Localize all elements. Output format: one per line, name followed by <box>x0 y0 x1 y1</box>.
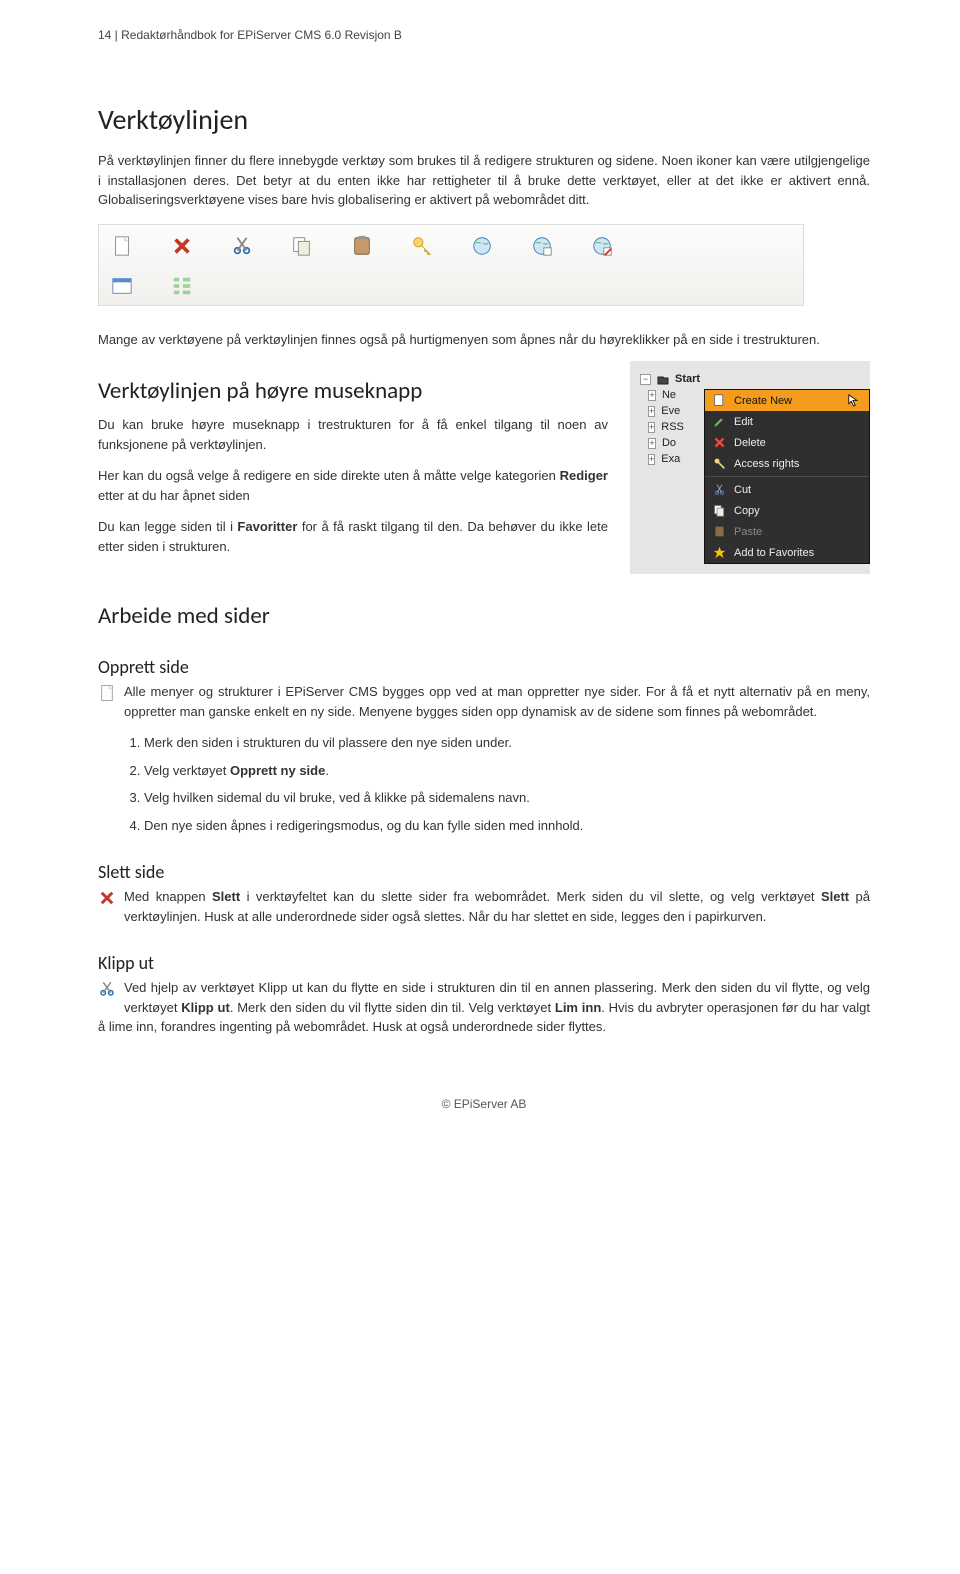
h3-cut: Klipp ut <box>98 952 870 974</box>
step-2: Velg verktøyet Opprett ny side. <box>144 761 870 781</box>
globe3-icon <box>591 235 613 257</box>
paste-icon <box>351 235 373 257</box>
p-rc-3: Du kan legge siden til i Favoritter for … <box>98 517 608 556</box>
copy-icon <box>291 235 313 257</box>
h2-work-pages: Arbeide med sider <box>98 602 870 630</box>
step-4: Den nye siden åpnes i redigeringsmodus, … <box>144 816 870 836</box>
new-page-icon <box>98 684 116 702</box>
globe2-icon <box>531 235 553 257</box>
globe1-icon <box>471 235 493 257</box>
tree-item: RSS <box>661 421 684 433</box>
h3-delete: Slett side <box>98 861 870 883</box>
permissions-icon <box>411 235 433 257</box>
ctx-delete[interactable]: Delete <box>705 432 869 453</box>
ctx-access[interactable]: Access rights <box>705 453 869 474</box>
favorite-list-icon <box>111 275 133 297</box>
new-page-icon <box>713 394 726 407</box>
ctx-paste: Paste <box>705 521 869 542</box>
footer: © EPiServer AB <box>98 1097 870 1111</box>
step-3: Velg hvilken sidemal du vil bruke, ved å… <box>144 788 870 808</box>
edit-icon <box>713 415 726 428</box>
h3-create: Opprett side <box>98 656 870 678</box>
paste-icon <box>713 525 726 538</box>
delete-icon <box>171 235 193 257</box>
cut-icon <box>713 483 726 496</box>
page-header: 14 | Redaktørhåndbok for EPiServer CMS 6… <box>98 28 870 42</box>
tree-root: Start <box>675 373 700 385</box>
tree-view-icon <box>171 275 193 297</box>
p-toolbar-intro: På verktøylinjen finner du flere innebyg… <box>98 151 870 210</box>
context-menu: Create New Edit Delete Access rights <box>704 389 870 564</box>
ctx-edit[interactable]: Edit <box>705 411 869 432</box>
p-rc-2: Her kan du også velge å redigere en side… <box>98 466 608 505</box>
delete-icon <box>713 436 726 449</box>
new-page-icon <box>111 235 133 257</box>
create-steps: Merk den siden i strukturen du vil plass… <box>98 733 870 835</box>
p-delete: Med knappen Slett i verktøyfeltet kan du… <box>98 887 870 926</box>
cut-icon <box>98 980 116 998</box>
tree-item: Eve <box>661 405 680 417</box>
cursor-icon <box>848 394 861 407</box>
p-rc-1: Du kan bruke høyre museknapp i trestrukt… <box>98 415 608 454</box>
toolbar-figure <box>98 224 804 306</box>
ctx-cut[interactable]: Cut <box>705 479 869 500</box>
p-create: Alle menyer og strukturer i EPiServer CM… <box>98 682 870 721</box>
delete-icon <box>98 889 116 907</box>
context-menu-figure: − Start +Ne +Eve +RSS +Do +Exa Create Ne… <box>630 361 870 574</box>
copy-icon <box>713 504 726 517</box>
tree-item: Exa <box>661 453 680 465</box>
h1-toolbar: Verktøylinjen <box>98 102 870 137</box>
ctx-copy[interactable]: Copy <box>705 500 869 521</box>
ctx-create-new[interactable]: Create New <box>705 390 869 411</box>
cut-icon <box>231 235 253 257</box>
tree-item: Ne <box>662 389 676 401</box>
star-icon <box>713 546 726 559</box>
step-1: Merk den siden i strukturen du vil plass… <box>144 733 870 753</box>
tree-item: Do <box>662 437 676 449</box>
key-icon <box>713 457 726 470</box>
p-cut: Ved hjelp av verktøyet Klipp ut kan du f… <box>98 978 870 1037</box>
p-toolbar-note: Mange av verktøyene på verktøylinjen fin… <box>98 330 870 350</box>
ctx-favorites[interactable]: Add to Favorites <box>705 542 869 563</box>
